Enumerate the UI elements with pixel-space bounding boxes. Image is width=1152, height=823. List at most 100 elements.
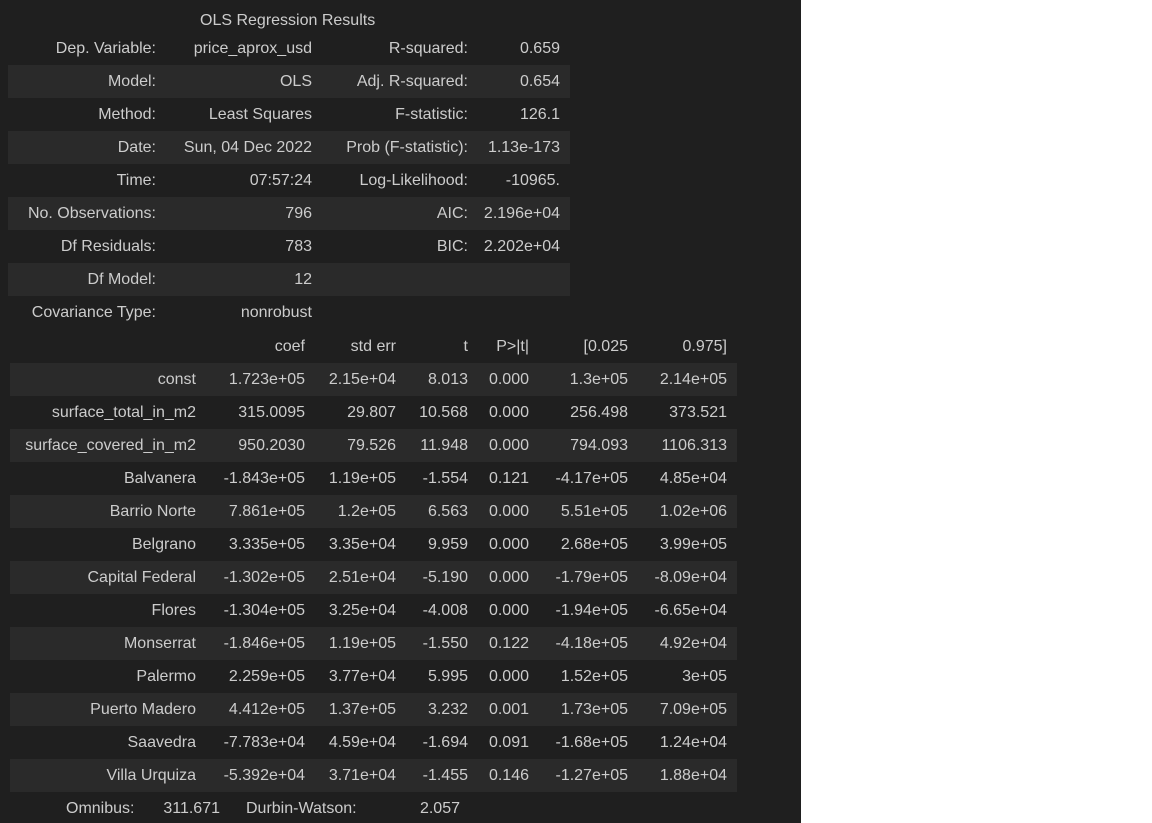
coef-column-header: std err [350,337,396,355]
summary-row: No. Observations: 796 AIC: 2.196e+04 [8,197,570,230]
coef-cell: 7.861e+05 [206,495,315,528]
coef-cell: 3.232 [406,693,478,726]
coef-cell: 2.259e+05 [228,667,305,685]
summary-value: 07:57:24 [249,171,312,189]
coef-cell: -5.392e+04 [206,759,315,792]
summary-row: Covariance Type: nonrobust [8,296,570,329]
summary-row: Df Residuals: 783 BIC: 2.202e+04 [8,230,570,263]
coef-cell: -1.694 [422,733,468,751]
coef-cell: -1.550 [406,627,478,660]
coef-cell: 6.563 [406,495,478,528]
coef-cell: 1.19e+05 [315,627,406,660]
coef-cell: 2.14e+05 [638,363,737,396]
coef-cell: 1.2e+05 [315,495,406,528]
variable-name: surface_covered_in_m2 [10,429,206,462]
coef-cell: 5.51e+05 [539,495,638,528]
coef-cell: 11.948 [406,429,478,462]
coef-row: Saavedra -7.783e+04 4.59e+04 -1.694 0.091 -1.… [10,726,737,759]
coef-cell: 1.3e+05 [539,363,638,396]
stat-label: BIC: [436,237,468,255]
coef-cell: -1.554 [422,469,468,487]
coef-column-header: P>|t| [496,337,529,355]
coef-column-header: [0.025 [583,337,628,355]
coef-cell: 0.146 [478,759,539,792]
summary-value: Sun, 04 Dec 2022 [166,131,322,164]
coef-row: Balvanera -1.843e+05 1.19e+05 -1.554 0.121 -4… [10,462,737,495]
coef-column-header: coef [274,337,305,355]
coef-cell: 1.52e+05 [560,667,628,685]
coef-cell: -1.68e+05 [555,733,628,751]
coef-cell: 1.02e+06 [638,495,737,528]
coef-column-header: 0.975] [682,337,727,355]
summary-label: Date: [8,131,166,164]
coef-cell: 2.68e+05 [560,535,628,553]
coef-cell: 0.000 [478,495,539,528]
variable-name: Villa Urquiza [10,759,206,792]
coef-cell: 0.000 [478,429,539,462]
coef-cell: 4.85e+04 [659,469,727,487]
stat-label: R-squared: [388,39,468,57]
variable-name: const [10,363,206,396]
coef-cell: -1.455 [406,759,478,792]
coef-cell: 1.37e+05 [315,693,406,726]
coef-cell: 0.000 [478,363,539,396]
coef-cell: 1.88e+04 [638,759,737,792]
output-cell-panel: OLS Regression Results Dep. Variable: pri… [0,0,801,823]
omnibus-value: 311.671 [163,800,220,817]
coef-cell: -5.190 [406,561,478,594]
coef-row: Barrio Norte 7.861e+05 1.2e+05 6.563 0.000 5.… [10,495,737,528]
stat-value: 0.659 [519,39,560,57]
stat-label: AIC: [322,197,478,230]
summary-value: 783 [285,237,312,255]
coef-cell: 5.995 [427,667,468,685]
durbin-watson-value: 2.057 [419,800,460,817]
summary-value: OLS [166,65,322,98]
coef-cell: 256.498 [570,403,628,421]
summary-label: Method: [98,105,156,123]
summary-value: 12 [166,263,322,296]
coef-cell: 1.24e+04 [659,733,727,751]
coef-row: Puerto Madero 4.412e+05 1.37e+05 3.232 0.001… [10,693,737,726]
coef-column-header: t [463,337,468,355]
coef-cell: 3.35e+04 [328,535,396,553]
coef-row: const 1.723e+05 2.15e+04 8.013 0.000 1.3e+05 2… [10,363,737,396]
summary-value: price_aprox_usd [193,39,312,57]
variable-name: Saavedra [127,733,197,751]
variable-name: Monserrat [10,627,206,660]
coef-cell: 1.73e+05 [539,693,638,726]
summary-label: Model: [8,65,166,98]
coef-cell: 3e+05 [682,667,727,685]
coef-row: Belgrano 3.335e+05 3.35e+04 9.959 0.000 2.68e… [10,528,737,561]
omnibus-label: Omnibus: [66,800,135,817]
summary-label: Covariance Type: [31,303,156,321]
coef-cell: -8.09e+04 [638,561,737,594]
stat-label: F-statistic: [395,105,468,123]
coef-cell: 0.121 [488,469,529,487]
variable-name: Barrio Norte [10,495,206,528]
coef-cell: 79.526 [315,429,406,462]
stat-value: 0.654 [478,65,570,98]
coef-cell: 3.77e+04 [328,667,396,685]
summary-label: Df Model: [8,263,166,296]
coef-row: Monserrat -1.846e+05 1.19e+05 -1.550 0.122 -4… [10,627,737,660]
coef-cell: 9.959 [427,535,468,553]
coef-cell: -1.304e+05 [223,601,305,619]
coef-header-row: coef std err t P>|t| [0.025 0.975] [10,330,737,363]
coef-cell: 4.59e+04 [328,733,396,751]
coef-row: Capital Federal -1.302e+05 2.51e+04 -5.190 0… [10,561,737,594]
coef-cell: 950.2030 [206,429,315,462]
coef-cell: 0.001 [478,693,539,726]
variable-name: Flores [151,601,196,619]
summary-row: Date: Sun, 04 Dec 2022 Prob (F-statistic):… [8,131,570,164]
coef-cell: 0.000 [488,667,529,685]
coef-cell: 0.000 [488,403,529,421]
coef-column-header [10,330,206,363]
stat-label [322,263,478,296]
summary-row: Dep. Variable: price_aprox_usd R-squared: 0… [8,32,570,65]
variable-name: surface_total_in_m2 [51,403,196,421]
stat-value: -10965. [505,171,560,189]
stat-value: 126.1 [519,105,560,123]
coef-cell: 7.09e+05 [638,693,737,726]
coef-cell: 373.521 [669,403,727,421]
results-title: OLS Regression Results [200,12,376,29]
